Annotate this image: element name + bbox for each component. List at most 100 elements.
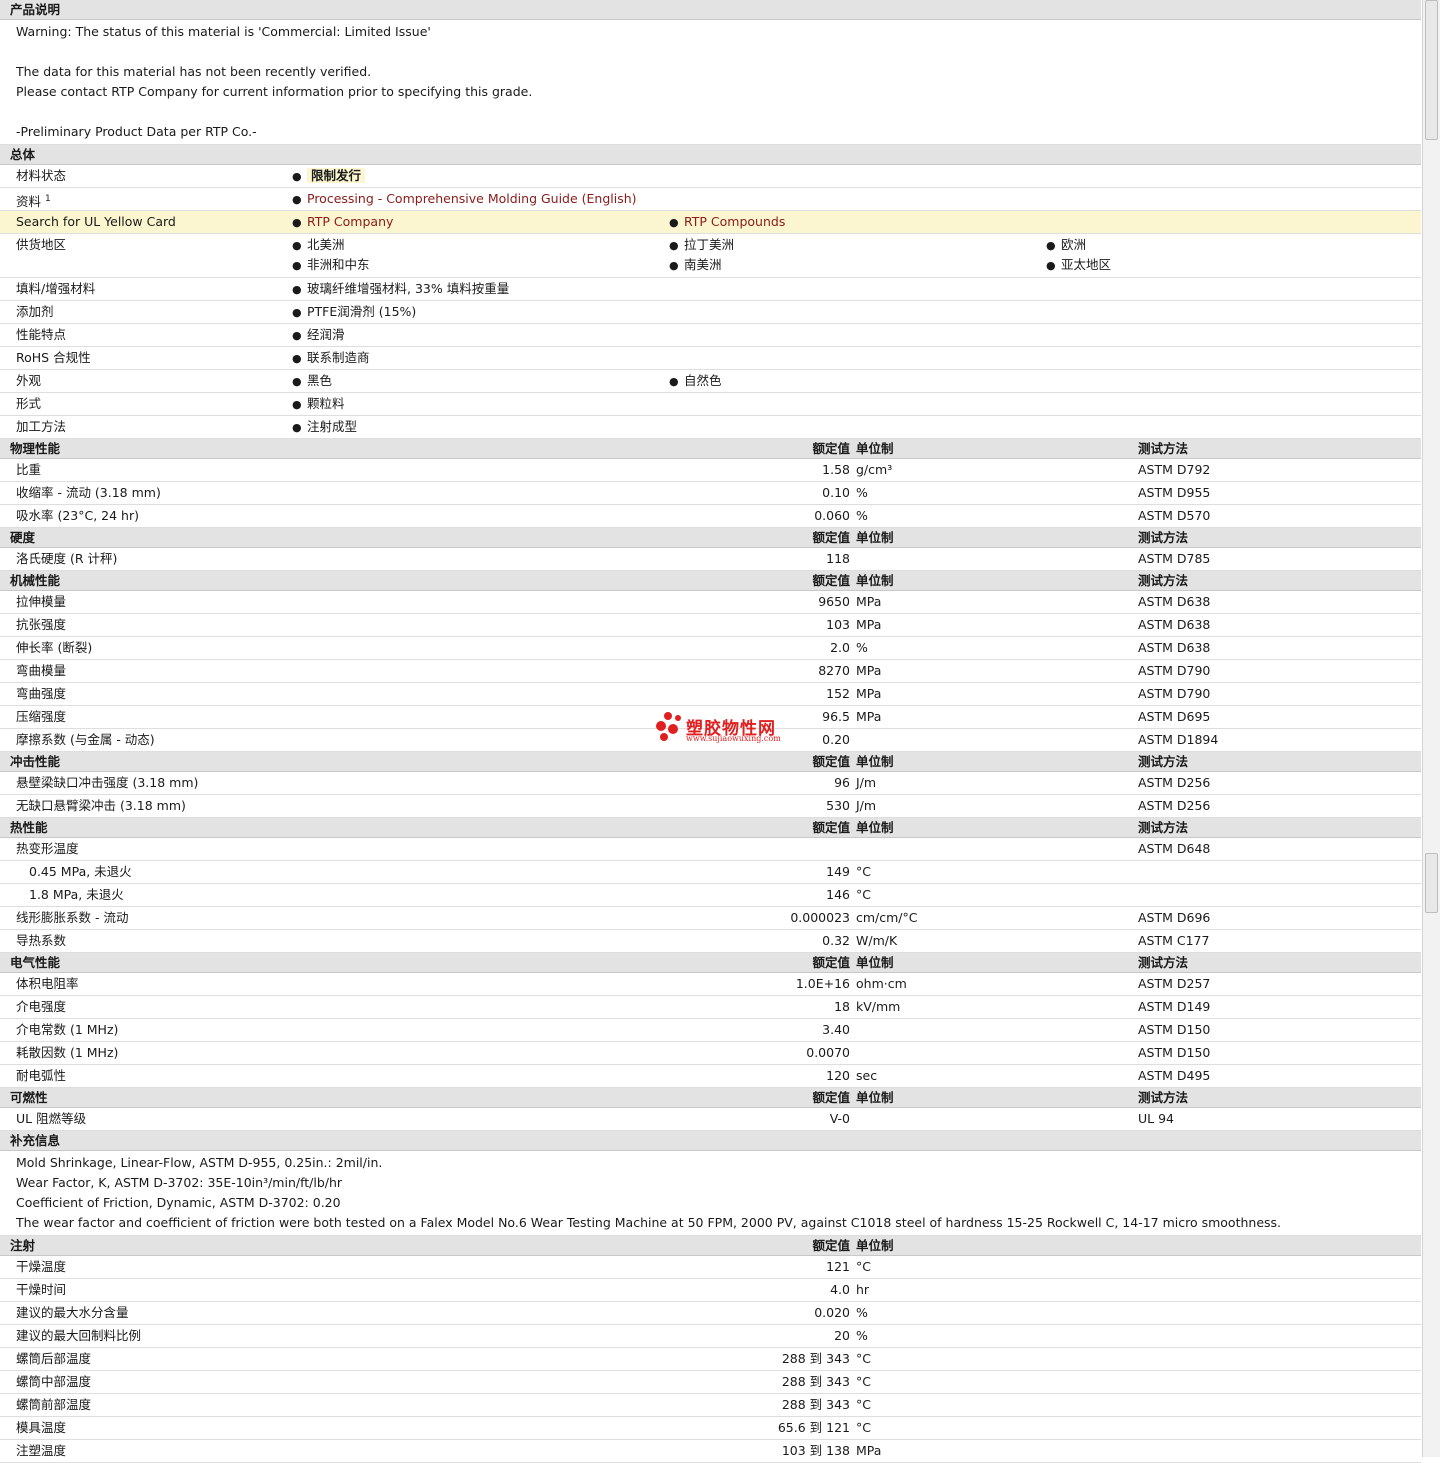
property-unit: MPa <box>856 594 882 609</box>
value-header: 额定值 <box>812 1090 850 1105</box>
property-row: 1.8 MPa, 未退火 146 °C <box>0 884 1421 907</box>
region-item: 南美洲 <box>684 257 722 272</box>
property-unit: % <box>856 640 868 655</box>
vertical-scrollbar[interactable] <box>1422 0 1440 1457</box>
property-row: 洛氏硬度 (R 计秤) 118 ASTM D785 <box>0 548 1421 571</box>
row-value: PTFE润滑剂 (15%) <box>307 304 417 319</box>
test-method: ASTM D955 <box>1138 485 1211 500</box>
injection-unit: MPa <box>856 1443 882 1458</box>
unit-header: 单位制 <box>856 820 894 835</box>
property-unit: cm/cm/°C <box>856 910 918 925</box>
test-method: ASTM D257 <box>1138 976 1211 991</box>
property-unit: J/m <box>856 775 877 790</box>
section-header: 电气性能 额定值 单位制 测试方法 <box>0 953 1421 973</box>
property-row: 耗散因数 (1 MHz) 0.0070 ASTM D150 <box>0 1042 1421 1065</box>
property-label: 1.8 MPa, 未退火 <box>29 887 124 902</box>
injection-label: 模具温度 <box>16 1420 67 1435</box>
product-description-text: Warning: The status of this material is … <box>0 20 1421 145</box>
injection-label: 螺筒中部温度 <box>16 1374 92 1389</box>
row-regions: 供货地区 ● 北美洲 ● 拉丁美洲 ● 欧洲 ● 非洲和中东 ● 南美洲 ● 亚太地区 <box>0 234 1421 278</box>
property-row: 无缺口悬臂梁冲击 (3.18 mm) 530 J/m ASTM D256 <box>0 795 1421 818</box>
footnote-marker: 1 <box>45 194 51 204</box>
scroll-thumb[interactable] <box>1425 0 1438 140</box>
test-method: ASTM D790 <box>1138 663 1211 678</box>
row-value: 联系制造商 <box>307 350 370 365</box>
property-label: 体积电阻率 <box>16 976 79 991</box>
supp-line: Mold Shrinkage, Linear-Flow, ASTM D-955,… <box>16 1155 383 1170</box>
property-value: 118 <box>826 551 850 566</box>
injection-value: 0.020 <box>814 1305 850 1320</box>
section-header: 物理性能 额定值 单位制 测试方法 <box>0 439 1421 459</box>
injection-value: 103 到 138 <box>781 1443 850 1458</box>
row-value-item: ● PTFE润滑剂 (15%) <box>292 301 416 324</box>
injection-row: 螺筒前部温度 288 到 343 °C <box>0 1394 1421 1417</box>
property-label: 比重 <box>16 462 42 477</box>
region-item: 拉丁美洲 <box>684 237 735 252</box>
row-label: 形式 <box>16 396 42 411</box>
injection-rows: 干燥温度 121 °C 干燥时间 4.0 hr 建议的最大水分含量 0.020% 建议的最大回制… <box>0 1256 1421 1463</box>
bullet-icon: ● <box>292 329 302 342</box>
property-value: 0.060 <box>814 508 850 523</box>
rtp-company-link[interactable]: RTP Company <box>307 214 393 229</box>
property-row: 悬壁梁缺口冲击强度 (3.18 mm) 96 J/m ASTM D256 <box>0 772 1421 795</box>
property-label: 拉伸模量 <box>16 594 67 609</box>
bullet-icon: ● <box>292 421 302 434</box>
property-value: 2.0 <box>830 640 850 655</box>
method-header: 测试方法 <box>1138 441 1189 456</box>
test-method: ASTM D695 <box>1138 709 1211 724</box>
test-method: ASTM D150 <box>1138 1045 1211 1060</box>
property-unit: MPa <box>856 663 882 678</box>
injection-unit: hr <box>856 1282 870 1297</box>
property-row: 线形膨胀系数 - 流动 0.000023 cm/cm/°C ASTM D696 <box>0 907 1421 930</box>
method-header: 测试方法 <box>1138 820 1189 835</box>
property-unit: % <box>856 485 868 500</box>
desc-line: Please contact RTP Company for current i… <box>16 84 533 99</box>
method-header: 测试方法 <box>1138 754 1189 769</box>
injection-row: 螺筒后部温度 288 到 343 °C <box>0 1348 1421 1371</box>
supp-line: The wear factor and coefficient of frict… <box>16 1215 1282 1230</box>
value-header: 额定值 <box>812 754 850 769</box>
property-label: 压缩强度 <box>16 709 67 724</box>
general-row: 添加剂 ● PTFE润滑剂 (15%) <box>0 301 1421 324</box>
property-unit: MPa <box>856 617 882 632</box>
desc-line: The data for this material has not been … <box>16 64 372 79</box>
property-label: 伸长率 (断裂) <box>16 640 93 655</box>
property-label: 悬壁梁缺口冲击强度 (3.18 mm) <box>16 775 199 790</box>
processing-guide-link[interactable]: Processing - Comprehensive Molding Guide… <box>307 191 637 206</box>
test-method: ASTM D149 <box>1138 999 1211 1014</box>
property-value: 0.000023 <box>790 910 850 925</box>
method-header: 测试方法 <box>1138 955 1189 970</box>
rtp-compounds-link[interactable]: RTP Compounds <box>684 214 785 229</box>
unit-header: 单位制 <box>856 441 894 456</box>
property-row: 弯曲模量 8270 MPa ASTM D790 <box>0 660 1421 683</box>
property-unit: J/m <box>856 798 877 813</box>
property-value: 96.5 <box>822 709 850 724</box>
injection-label: 注塑温度 <box>16 1443 67 1458</box>
row-value-item: ● 颗粒料 <box>292 393 345 416</box>
watermark-logo: 塑胶物性网 www.sujiaowuxing.com <box>656 712 796 746</box>
value-header: 额定值 <box>812 820 850 835</box>
property-label: 抗张强度 <box>16 617 67 632</box>
unit-header: 单位制 <box>856 955 894 970</box>
injection-row: 注塑温度 103 到 138 MPa <box>0 1440 1421 1463</box>
property-unit: W/m/K <box>856 933 898 948</box>
row-value: 经润滑 <box>307 327 345 342</box>
value-header: 额定值 <box>812 441 850 456</box>
property-row: 伸长率 (断裂) 2.0% ASTM D638 <box>0 637 1421 660</box>
bullet-icon: ● <box>1046 259 1056 272</box>
section-header: 可燃性 额定值 单位制 测试方法 <box>0 1088 1421 1108</box>
property-value: 0.10 <box>822 485 850 500</box>
row-value-item: ● 玻璃纤维增强材料, 33% 填料按重量 <box>292 278 509 301</box>
row-value: 黑色 <box>307 373 333 388</box>
test-method: ASTM D696 <box>1138 910 1211 925</box>
section-header: 热性能 额定值 单位制 测试方法 <box>0 818 1421 838</box>
region-item: 亚太地区 <box>1061 257 1112 272</box>
general-row: RoHS 合规性 ● 联系制造商 <box>0 347 1421 370</box>
injection-unit: % <box>856 1305 868 1320</box>
scroll-thumb-secondary[interactable] <box>1425 853 1438 913</box>
property-row: 热变形温度 ASTM D648 <box>0 838 1421 861</box>
property-label: 洛氏硬度 (R 计秤) <box>16 551 118 566</box>
injection-value: 121 <box>826 1259 850 1274</box>
test-method: ASTM D790 <box>1138 686 1211 701</box>
property-value: 103 <box>826 617 850 632</box>
